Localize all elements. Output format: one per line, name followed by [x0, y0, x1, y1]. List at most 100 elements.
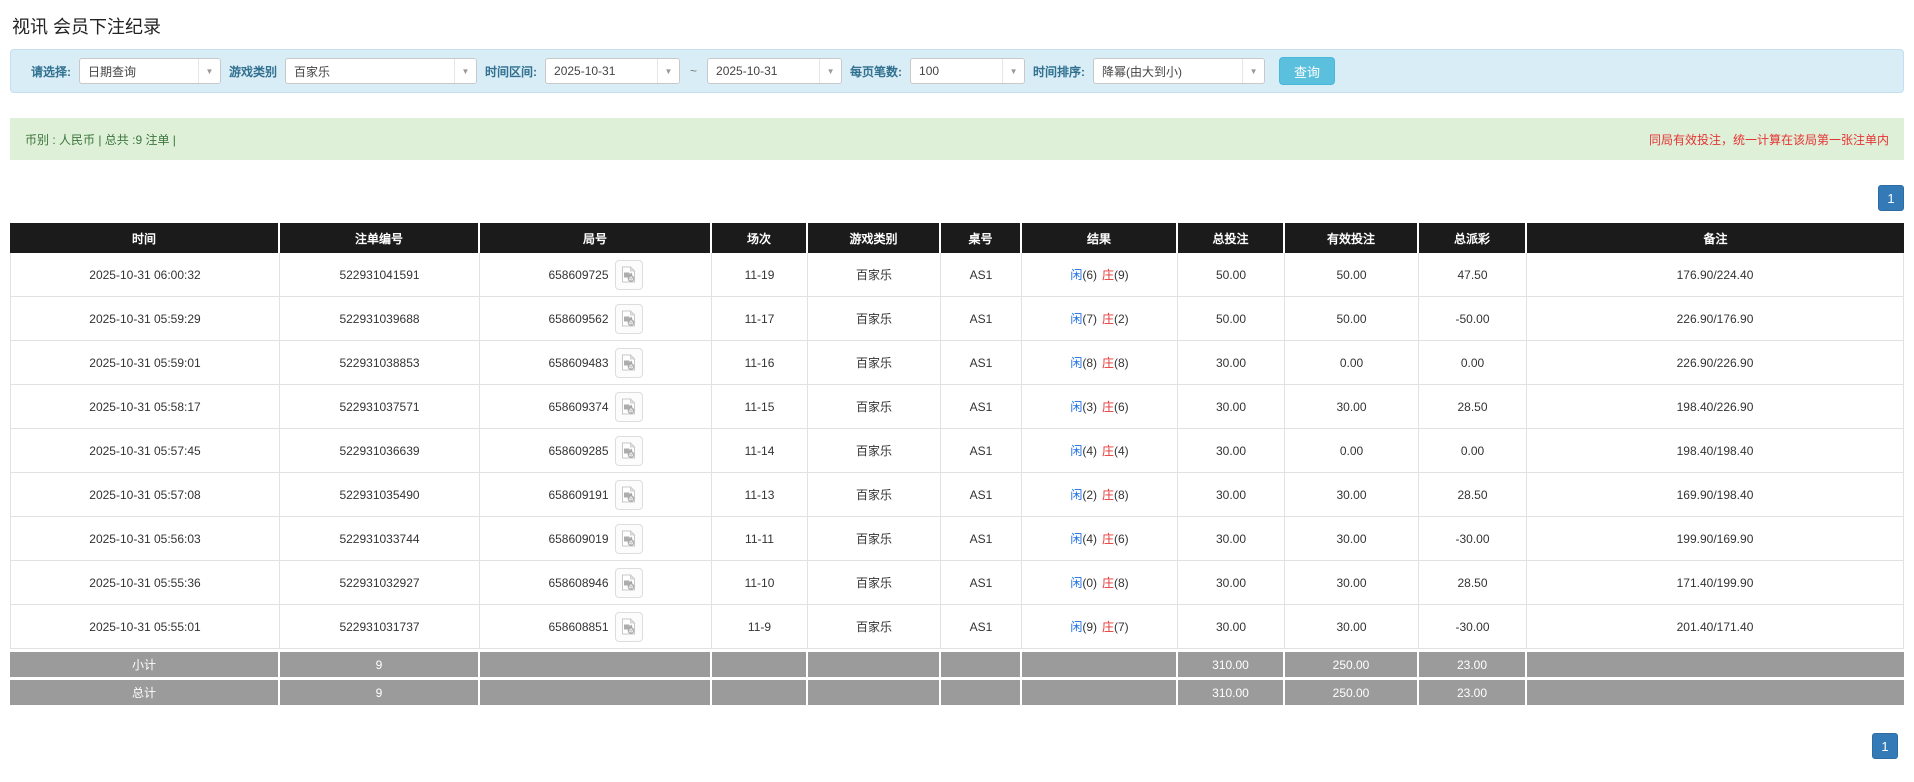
total-count: 9 [280, 677, 480, 705]
game-type-select[interactable]: 百家乐 ▼ [285, 58, 478, 84]
video-record-button[interactable] [614, 567, 643, 598]
cell-table-no: AS1 [941, 605, 1022, 649]
col-time: 时间 [10, 223, 280, 253]
cell-valid-bet: 30.00 [1285, 517, 1419, 561]
cell-empty [712, 677, 808, 705]
info-bar: 币别 : 人民币 | 总共 :9 注单 | 同局有效投注，统一计算在该局第一张注… [10, 118, 1904, 160]
cell-bet-id: 522931035490 [280, 473, 480, 517]
subtotal-label: 小计 [10, 649, 280, 677]
table-row: 2025-10-31 05:56:03 522931033744 6586090… [10, 517, 1904, 561]
video-record-button[interactable] [614, 259, 643, 290]
result-player-label: 闲 [1070, 268, 1083, 282]
table-row: 2025-10-31 05:55:36 522931032927 6586089… [10, 561, 1904, 605]
round-id-value: 658609562 [548, 311, 609, 326]
cell-game-type: 百家乐 [808, 517, 941, 561]
chevron-down-icon[interactable]: ▼ [1002, 59, 1025, 83]
cell-payout: -30.00 [1419, 605, 1527, 649]
result-player-label: 闲 [1070, 488, 1083, 502]
cell-empty [1022, 677, 1178, 705]
time-range-label: 时间区间: [485, 64, 538, 79]
cell-payout: -30.00 [1419, 517, 1527, 561]
cell-table-no: AS1 [941, 561, 1022, 605]
page-1-button[interactable]: 1 [1872, 733, 1898, 759]
query-type-value: 日期查询 [88, 64, 137, 79]
cell-total-bet-link[interactable]: 50.00 [1178, 297, 1285, 341]
video-record-button[interactable] [614, 611, 643, 642]
cell-remark: 198.40/226.90 [1527, 385, 1904, 429]
cell-session: 11-16 [712, 341, 808, 385]
cell-total-bet-link[interactable]: 30.00 [1178, 605, 1285, 649]
cell-session: 11-13 [712, 473, 808, 517]
cell-empty [712, 649, 808, 677]
cell-total-bet-link[interactable]: 30.00 [1178, 341, 1285, 385]
cell-total-bet-link[interactable]: 30.00 [1178, 473, 1285, 517]
game-type-value: 百家乐 [294, 64, 331, 79]
query-type-label: 请选择: [31, 64, 71, 79]
cell-session: 11-9 [712, 605, 808, 649]
cell-total-bet-link[interactable]: 30.00 [1178, 385, 1285, 429]
video-record-button[interactable] [614, 391, 643, 422]
video-record-button[interactable] [614, 303, 643, 334]
video-record-button[interactable] [614, 347, 643, 378]
search-button[interactable]: 查询 [1279, 57, 1336, 85]
cell-total-bet-link[interactable]: 30.00 [1178, 561, 1285, 605]
subtotal-row: 小计 9 310.00 250.00 23.00 [10, 649, 1904, 677]
date-from-select[interactable]: 2025-10-31 ▼ [545, 58, 681, 84]
cell-result: 闲(2) 庄(8) [1022, 473, 1178, 517]
result-banker-score: (4) [1114, 444, 1129, 458]
chevron-down-icon[interactable]: ▼ [1242, 59, 1265, 83]
chevron-down-icon[interactable]: ▼ [454, 59, 477, 83]
cell-game-type: 百家乐 [808, 253, 941, 297]
table-row: 2025-10-31 05:59:01 522931038853 6586094… [10, 341, 1904, 385]
result-player-label: 闲 [1070, 312, 1083, 326]
subtotal-total-bet: 310.00 [1178, 649, 1285, 677]
col-result: 结果 [1022, 223, 1178, 253]
col-round-id: 局号 [480, 223, 712, 253]
cell-total-bet-link[interactable]: 30.00 [1178, 429, 1285, 473]
round-id-value: 658609483 [548, 355, 609, 370]
cell-empty [480, 677, 712, 705]
query-type-select[interactable]: 日期查询 ▼ [79, 58, 221, 84]
cell-total-bet-link[interactable]: 50.00 [1178, 253, 1285, 297]
cell-round-id: 658609725 [480, 253, 712, 297]
cell-empty [480, 649, 712, 677]
video-record-button[interactable] [614, 523, 643, 554]
result-banker-score: (9) [1114, 268, 1129, 282]
total-valid-bet: 250.00 [1285, 677, 1419, 705]
sort-select[interactable]: 降幂(由大到小) ▼ [1093, 58, 1266, 84]
result-player-label: 闲 [1070, 576, 1083, 590]
cell-round-id: 658608946 [480, 561, 712, 605]
video-record-button[interactable] [614, 435, 643, 466]
filter-panel: 请选择: 日期查询 ▼ 游戏类别 百家乐 ▼ 时间区间: 2025-10-31 … [10, 49, 1904, 93]
cell-round-id: 658609191 [480, 473, 712, 517]
chevron-down-icon[interactable]: ▼ [657, 59, 680, 83]
result-player-label: 闲 [1070, 400, 1083, 414]
cell-time: 2025-10-31 05:57:08 [10, 473, 280, 517]
pagination-bottom: 1 [10, 733, 1904, 759]
result-banker-score: (8) [1114, 356, 1129, 370]
chevron-down-icon[interactable]: ▼ [819, 59, 842, 83]
cell-remark: 226.90/176.90 [1527, 297, 1904, 341]
cell-remark: 198.40/198.40 [1527, 429, 1904, 473]
date-from-value: 2025-10-31 [554, 64, 616, 78]
result-banker-label: 庄 [1102, 576, 1115, 590]
result-player-score: (2) [1082, 488, 1097, 502]
cell-valid-bet: 50.00 [1285, 297, 1419, 341]
page-size-select[interactable]: 100 ▼ [910, 58, 1026, 84]
cell-result: 闲(6) 庄(9) [1022, 253, 1178, 297]
col-bet-id: 注单编号 [280, 223, 480, 253]
round-id-value: 658609725 [548, 267, 609, 282]
result-banker-score: (6) [1114, 532, 1129, 546]
cell-result: 闲(0) 庄(8) [1022, 561, 1178, 605]
cell-remark: 226.90/226.90 [1527, 341, 1904, 385]
video-file-icon [622, 266, 636, 283]
result-banker-label: 庄 [1102, 268, 1115, 282]
cell-total-bet-link[interactable]: 30.00 [1178, 517, 1285, 561]
table-summary: 小计 9 310.00 250.00 23.00 总计 9 310.00 250… [10, 649, 1904, 705]
date-to-select[interactable]: 2025-10-31 ▼ [707, 58, 843, 84]
chevron-down-icon[interactable]: ▼ [198, 59, 220, 83]
page-1-button[interactable]: 1 [1878, 185, 1904, 211]
video-record-button[interactable] [614, 479, 643, 510]
result-player-label: 闲 [1070, 620, 1083, 634]
currency-summary-text: 币别 : 人民币 | 总共 :9 注单 | [25, 132, 176, 147]
